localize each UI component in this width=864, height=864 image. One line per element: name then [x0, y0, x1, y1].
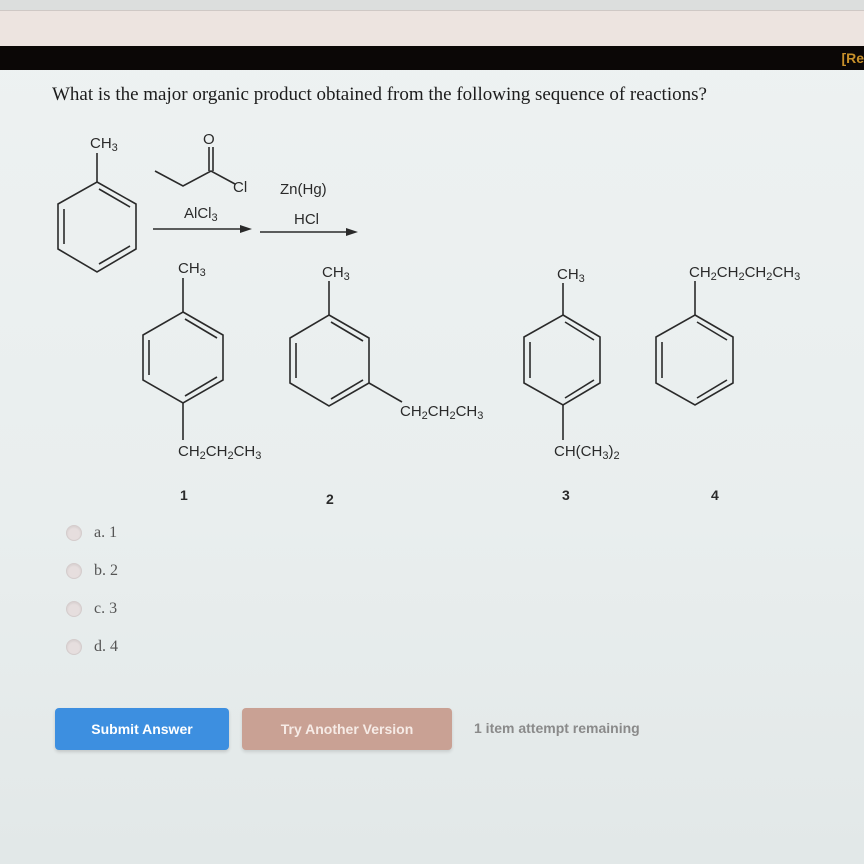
- radio-a[interactable]: [66, 525, 82, 541]
- product-4-structure: CH2CH2CH2CH3 4: [655, 264, 800, 503]
- choice-a[interactable]: a. 1: [66, 524, 117, 542]
- choice-a-label[interactable]: a. 1: [94, 524, 117, 542]
- radio-c[interactable]: [66, 601, 82, 617]
- attempts-remaining-text: 1 item attempt remaining: [474, 720, 640, 736]
- choice-d[interactable]: d. 4: [66, 638, 118, 656]
- choice-b[interactable]: b. 2: [66, 562, 118, 580]
- product-4-number: 4: [711, 487, 719, 503]
- product-1-bottom-label: CH2CH2CH3: [178, 443, 261, 462]
- product-1-number: 1: [180, 487, 188, 503]
- radio-d[interactable]: [66, 639, 82, 655]
- product-1-top-label: CH3: [178, 260, 206, 279]
- product-2-structure: CH3 CH2CH2CH3 2: [289, 264, 483, 507]
- product-2-top-label: CH3: [322, 264, 350, 283]
- reagent-hcl: HCl: [294, 211, 319, 228]
- product-3-top-label: CH3: [557, 266, 585, 285]
- radio-b[interactable]: [66, 563, 82, 579]
- product-4-top-label: CH2CH2CH2CH3: [689, 264, 800, 283]
- sm-ch3-label: CH3: [90, 135, 118, 154]
- product-3-number: 3: [562, 487, 570, 503]
- choice-b-label[interactable]: b. 2: [94, 562, 118, 580]
- product-3-bottom-label: CH(CH3)2: [554, 443, 620, 462]
- submit-answer-button[interactable]: Submit Answer: [55, 708, 229, 750]
- acyl-chloride-reagent: O Cl: [154, 131, 247, 196]
- catalyst-label: AlCl3: [184, 205, 218, 224]
- product-2-side-label: CH2CH2CH3: [400, 403, 483, 422]
- chloride-label: Cl: [233, 179, 247, 196]
- reaction-arrow-2: Zn(Hg) HCl: [260, 181, 358, 236]
- choice-c-label[interactable]: c. 3: [94, 600, 117, 618]
- reagent-zn-hg: Zn(Hg): [280, 181, 327, 198]
- starting-material-toluene: CH3: [57, 135, 137, 273]
- reaction-arrow-1: AlCl3: [153, 205, 252, 233]
- choice-c[interactable]: c. 3: [66, 600, 117, 618]
- product-1-structure: CH3 CH2CH2CH3 1: [142, 260, 261, 503]
- carbonyl-oxygen-label: O: [203, 131, 215, 148]
- choice-d-label[interactable]: d. 4: [94, 638, 118, 656]
- try-another-version-button[interactable]: Try Another Version: [242, 708, 452, 750]
- product-3-structure: CH3 CH(CH3)2 3: [523, 266, 620, 503]
- product-2-number: 2: [326, 491, 334, 507]
